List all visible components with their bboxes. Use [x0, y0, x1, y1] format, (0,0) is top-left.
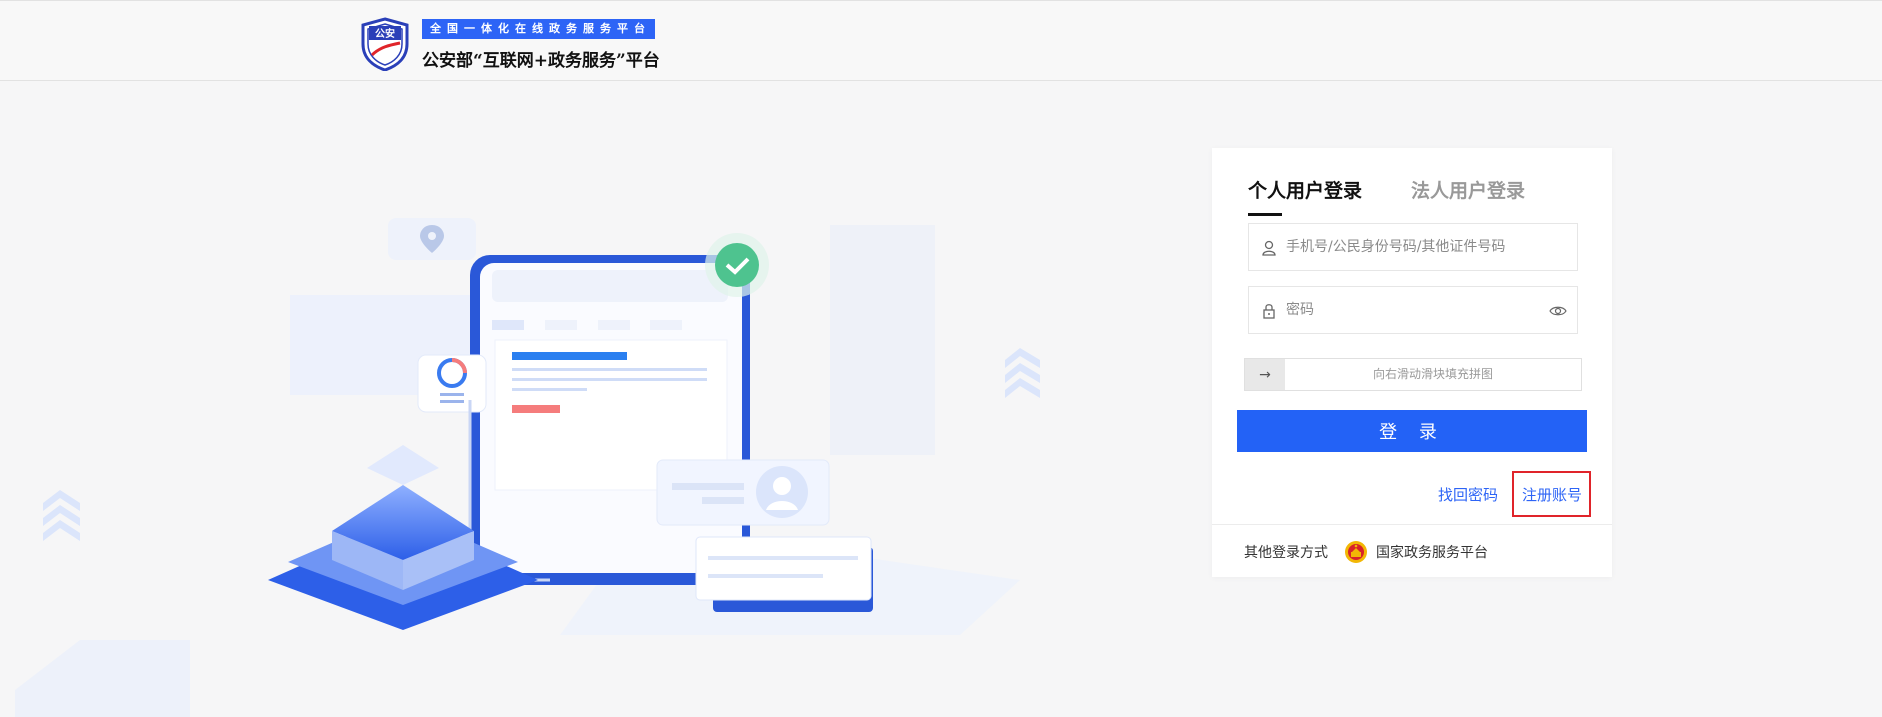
- eye-icon[interactable]: [1549, 302, 1567, 320]
- national-emblem-icon[interactable]: [1344, 540, 1368, 564]
- slider-handle[interactable]: →: [1245, 359, 1285, 390]
- top-header: 公安 全国一体化在线政务服务平台 公安部“互联网+政务服务”平台: [0, 0, 1882, 81]
- chevron-up-icon: [43, 490, 80, 541]
- username-field[interactable]: 手机号/公民身份号码/其他证件号码: [1248, 223, 1578, 271]
- password-field[interactable]: 密码: [1248, 286, 1578, 334]
- password-placeholder: 密码: [1286, 302, 1314, 318]
- username-placeholder: 手机号/公民身份号码/其他证件号码: [1286, 239, 1506, 255]
- arrow-right-icon: →: [1259, 366, 1271, 383]
- tab-personal-login[interactable]: 个人用户登录: [1248, 176, 1362, 203]
- slider-hint: 向右滑动滑块填充拼图: [1372, 367, 1493, 381]
- lock-icon: [1263, 304, 1275, 319]
- site-logo[interactable]: 公安 全国一体化在线政务服务平台 公安部“互联网+政务服务”平台: [360, 17, 680, 73]
- active-tab-indicator: [1248, 213, 1282, 216]
- platform-name: 公安部“互联网+政务服务”平台: [422, 51, 660, 71]
- divider: [1212, 524, 1612, 525]
- police-shield-icon: 公安: [361, 17, 409, 71]
- chevron-up-icon: [1005, 348, 1040, 398]
- hero-illustration: [15, 218, 1040, 717]
- login-card: 个人用户登录 法人用户登录 手机号/公民身份号码/其他证件号码 密码 → 向右滑…: [1212, 148, 1612, 577]
- forgot-password-link[interactable]: 找回密码: [1438, 484, 1498, 505]
- tab-corporate-login[interactable]: 法人用户登录: [1411, 176, 1525, 203]
- other-login-label: 其他登录方式: [1244, 545, 1328, 561]
- login-button[interactable]: 登 录: [1237, 410, 1587, 452]
- slider-captcha[interactable]: → 向右滑动滑块填充拼图: [1244, 358, 1582, 391]
- other-login-methods: 其他登录方式 国家政务服务平台: [1244, 538, 1488, 566]
- user-icon: [1262, 240, 1276, 256]
- platform-tagline: 全国一体化在线政务服务平台: [422, 19, 655, 39]
- register-link[interactable]: 注册账号: [1522, 484, 1582, 505]
- logo-text: 公安: [375, 27, 395, 40]
- gov-platform-link[interactable]: 国家政务服务平台: [1376, 542, 1488, 562]
